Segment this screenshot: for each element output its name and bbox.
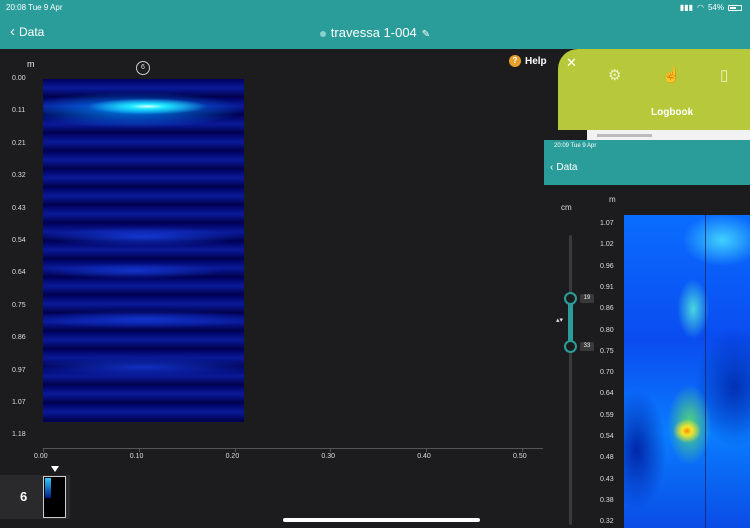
thumbnail-image[interactable]	[43, 476, 66, 518]
inset-y-tick-label: 0.91	[600, 283, 614, 291]
x-tick-mark	[43, 448, 44, 452]
status-bar: 20:08 Tue 9 Apr ▮▮▮ ◠ 54%	[0, 0, 750, 16]
title-text: travessa 1-004	[330, 25, 417, 40]
battery-icon	[728, 4, 742, 11]
sidebar-icon[interactable]: ▯	[720, 66, 728, 84]
inset-y-tick-label: 0.38	[600, 496, 614, 504]
gear-icon[interactable]: ⚙	[608, 66, 621, 84]
y-tick-label: 0.64	[12, 269, 26, 277]
logbook-label: Logbook	[651, 107, 694, 118]
inset-depth-slice-image[interactable]	[624, 215, 750, 528]
inset-time: 20:09 Tue 9 Apr	[554, 143, 597, 149]
page-title: travessa 1-004 ✎	[0, 25, 750, 40]
inset-y-tick-label: 1.02	[600, 241, 614, 249]
help-label: Help	[525, 55, 547, 67]
battery-percent: 54%	[707, 3, 724, 12]
x-tick-mark	[234, 448, 236, 452]
inset-y-tick-label: 0.96	[600, 262, 614, 270]
x-tick-label: 0.50	[513, 453, 527, 460]
status-time: 20:08 Tue 9 Apr	[6, 3, 63, 12]
y-axis-unit: m	[27, 59, 35, 69]
y-tick-label: 0.97	[12, 366, 26, 374]
slider-top-handle[interactable]	[564, 292, 577, 305]
y-tick-label: 0.00	[12, 75, 26, 82]
y-tick-label: 1.07	[12, 399, 26, 406]
logbook-subbar	[587, 130, 750, 140]
inset-y-tick-label: 1.07	[600, 220, 614, 227]
up-down-arrows-icon[interactable]: ▴▾	[556, 316, 563, 324]
x-tick-label: 0.40	[417, 453, 431, 460]
home-indicator[interactable]	[283, 518, 480, 522]
chevron-left-icon: ‹	[550, 162, 554, 173]
y-tick-label: 0.32	[12, 172, 26, 180]
inset-m-unit: m	[609, 195, 616, 204]
logbook-panel: ✕ ⚙ ☝ ▯ Logbook	[558, 49, 750, 130]
inset-y-tick-label: 0.59	[600, 411, 614, 419]
y-tick-label: 1.18	[12, 431, 26, 439]
x-tick-label: 0.00	[34, 453, 48, 460]
inset-y-tick-label: 0.48	[600, 454, 614, 462]
touch-icon[interactable]: ☝	[662, 66, 681, 84]
x-tick-label: 0.20	[225, 453, 240, 460]
signal-icon: ▮▮▮	[679, 3, 693, 12]
edit-pencil-icon[interactable]: ✎	[422, 29, 430, 40]
help-icon: ?	[509, 55, 521, 67]
status-dot-icon	[319, 30, 326, 37]
slider-bottom-handle[interactable]	[564, 340, 577, 353]
inset-y-tick-label: 0.64	[600, 390, 614, 398]
inset-cm-unit: cm	[561, 203, 572, 212]
inset-y-tick-label: 0.54	[600, 433, 614, 440]
inset-back-button[interactable]: ‹ Data	[550, 162, 577, 173]
slider-top-value: 19	[580, 294, 594, 303]
inset-back-label: Data	[556, 162, 578, 173]
x-tick-mark	[138, 448, 140, 452]
thumbnail-number: 6	[20, 489, 28, 504]
x-tick-label: 0.30	[321, 453, 336, 460]
inset-screenshot: 20:09 Tue 9 Apr ‹ Data cm m 19 33 ▴▾ 1.0…	[544, 140, 750, 528]
navigation-bar: ‹ Data travessa 1-004 ✎	[0, 16, 750, 49]
inset-y-tick-label: 0.32	[600, 518, 614, 526]
y-tick-label: 0.75	[12, 301, 26, 309]
x-tick-mark	[522, 448, 523, 452]
marker-badge[interactable]: 6	[136, 61, 150, 75]
thumbnail-indicator-icon	[51, 466, 59, 472]
x-axis-line	[43, 448, 543, 449]
y-tick-label: 0.86	[12, 334, 26, 342]
y-tick-label: 0.11	[12, 107, 26, 115]
inset-header: 20:09 Tue 9 Apr ‹ Data	[544, 140, 750, 185]
x-tick-mark	[426, 448, 428, 452]
system-indicators: ▮▮▮ ◠ 54%	[680, 3, 742, 12]
radargram-image[interactable]	[43, 79, 244, 422]
y-tick-label: 0.21	[12, 139, 26, 147]
inset-y-tick-label: 0.70	[600, 369, 614, 377]
x-tick-mark	[330, 448, 332, 452]
inset-y-tick-label: 0.80	[600, 326, 614, 334]
y-tick-label: 0.54	[12, 237, 26, 244]
inset-y-tick-label: 0.86	[600, 305, 614, 313]
help-button[interactable]: ? Help	[509, 55, 547, 67]
wifi-icon: ◠	[697, 3, 704, 12]
depth-slider-track[interactable]	[569, 235, 572, 525]
inset-y-tick-label: 0.43	[600, 475, 614, 483]
inset-profile-line	[705, 215, 706, 528]
close-icon[interactable]: ✕	[566, 55, 577, 71]
inset-y-tick-label: 0.75	[600, 347, 614, 355]
y-tick-label: 0.43	[12, 204, 26, 212]
x-tick-label: 0.10	[129, 453, 144, 460]
slider-bottom-value: 33	[580, 342, 594, 351]
